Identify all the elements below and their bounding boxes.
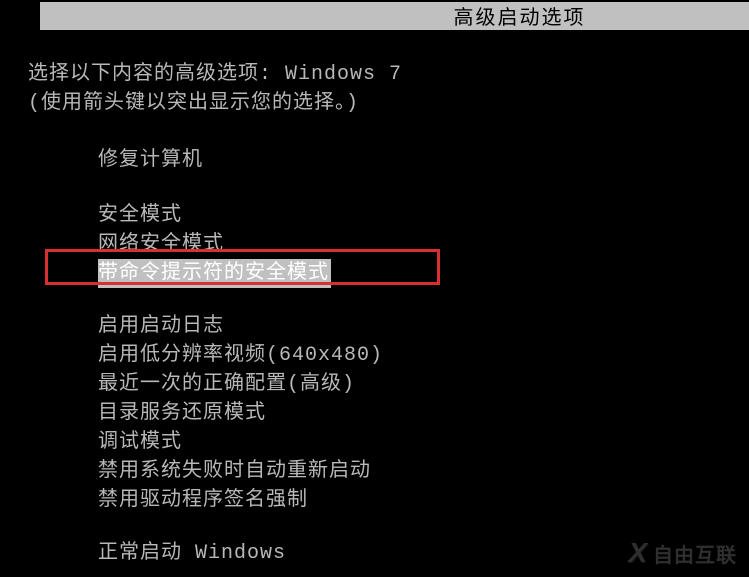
- option-safe-mode-networking[interactable]: 网络安全模式: [98, 230, 739, 259]
- header-title: 高级启动选项: [454, 1, 586, 31]
- watermark: X 自由互联: [628, 537, 737, 569]
- option-last-known-good[interactable]: 最近一次的正确配置(高级): [98, 370, 739, 399]
- option-disable-auto-restart[interactable]: 禁用系统失败时自动重新启动: [98, 457, 739, 486]
- option-debug-mode[interactable]: 调试模式: [98, 428, 739, 457]
- prompt-line-1: 选择以下内容的高级选项: Windows 7: [28, 60, 739, 89]
- watermark-logo-icon: X: [628, 537, 647, 569]
- option-boot-logging[interactable]: 启用启动日志: [98, 312, 739, 341]
- header-bar: 高级启动选项: [40, 2, 749, 30]
- selected-option-text: 带命令提示符的安全模式: [98, 259, 331, 288]
- boot-menu-content: 选择以下内容的高级选项: Windows 7 (使用箭头键以突出显示您的选择。)…: [28, 60, 739, 568]
- watermark-text: 自由互联: [653, 539, 737, 568]
- option-repair-computer[interactable]: 修复计算机: [98, 146, 739, 175]
- prompt-line-2: (使用箭头键以突出显示您的选择。): [28, 89, 739, 118]
- option-low-res-video[interactable]: 启用低分辨率视频(640x480): [98, 341, 739, 370]
- option-ds-restore[interactable]: 目录服务还原模式: [98, 399, 739, 428]
- option-safe-mode-cmd[interactable]: 带命令提示符的安全模式: [98, 259, 739, 288]
- options-list: 修复计算机 安全模式 网络安全模式 带命令提示符的安全模式 启用启动日志 启用低…: [98, 146, 739, 568]
- option-safe-mode[interactable]: 安全模式: [98, 201, 739, 230]
- option-disable-driver-sig[interactable]: 禁用驱动程序签名强制: [98, 486, 739, 515]
